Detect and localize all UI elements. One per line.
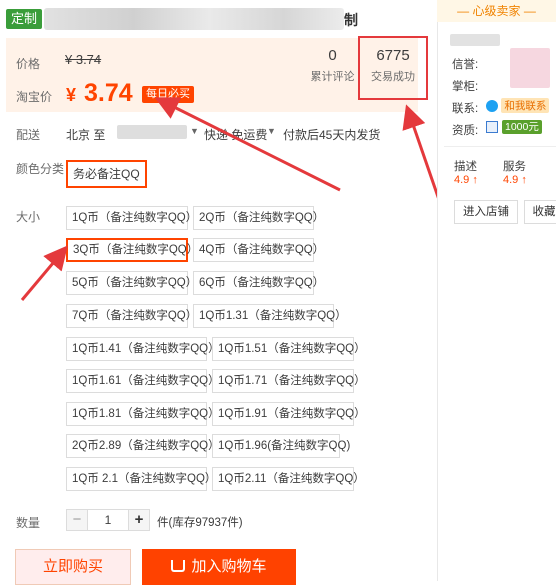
size-option[interactable]: 1Q币1.91（备注纯数字QQ） — [212, 402, 366, 426]
add-to-cart-button[interactable]: 加入购物车 — [142, 549, 296, 585]
size-option[interactable]: 1Q币1.71（备注纯数字QQ） — [212, 369, 366, 393]
quantity-plus-button[interactable]: + — [128, 509, 150, 531]
add-to-cart-label: 加入购物车 — [191, 558, 267, 575]
review-label[interactable]: 累计评论 — [305, 68, 360, 84]
delivery-method[interactable]: 快递 免运费 — [204, 126, 267, 143]
size-label: 大小 — [16, 210, 41, 224]
quantity-label: 数量 — [16, 516, 41, 530]
chevron-down-icon[interactable]: ▼ — [190, 126, 199, 136]
delivery-from: 北京 至 — [66, 128, 106, 142]
size-option[interactable]: 7Q币（备注纯数字QQ） — [66, 304, 197, 328]
delivery-note: 付款后45天内发货 — [283, 128, 381, 142]
buy-now-button[interactable]: 立即购买 — [15, 549, 131, 585]
currency-symbol: ¥ — [66, 85, 77, 105]
rating-score: 4.9 ↑ — [503, 174, 527, 186]
seller-name-redacted — [450, 34, 500, 46]
review-count[interactable]: 0 — [305, 47, 360, 64]
size-option[interactable]: 1Q币1.61（备注纯数字QQ） — [66, 369, 220, 393]
size-option[interactable]: 1Q币（备注纯数字QQ） — [66, 206, 197, 230]
contact-seller-button[interactable]: 和我联系 — [486, 98, 550, 114]
rating-name: 描述 — [454, 161, 477, 173]
chevron-down-icon[interactable]: ▼ — [267, 126, 276, 136]
seller-heading: — 心级卖家 — — [437, 0, 556, 22]
seller-divider — [444, 146, 556, 147]
size-option[interactable]: 4Q币（备注纯数字QQ） — [193, 238, 324, 262]
arrow-to-size — [20, 245, 68, 301]
keeper-label: 掌柜: — [452, 81, 479, 93]
product-title-redacted — [44, 8, 344, 30]
custom-tag: 定制 — [6, 9, 42, 29]
original-price: ¥ 3.74 — [65, 52, 102, 67]
color-option[interactable]: 务必备注QQ — [66, 160, 147, 188]
size-option[interactable]: 2Q币2.89（备注纯数字QQ） — [66, 434, 220, 458]
arrow-up-icon: ↑ — [521, 174, 527, 186]
contact-label: 联系: — [452, 103, 479, 115]
size-option[interactable]: 1Q币1.96(备注纯数字QQ) — [212, 434, 350, 458]
arrow-up-icon: ↑ — [472, 174, 478, 186]
sales-highlight-box — [358, 36, 428, 100]
arrow-to-price — [154, 97, 341, 192]
color-label: 颜色分类 — [16, 162, 65, 176]
deposit-badge: 1000元 — [502, 120, 542, 134]
cart-icon — [171, 560, 186, 572]
size-option[interactable]: 1Q币1.41（备注纯数字QQ） — [66, 337, 220, 361]
rating-score: 4.9 ↑ — [454, 174, 478, 186]
price-label: 价格 — [16, 57, 41, 71]
quantity-minus-button[interactable]: − — [66, 509, 88, 531]
reputation-label: 信誉: — [452, 59, 479, 71]
size-option[interactable]: 1Q币2.11（备注纯数字QQ） — [212, 467, 365, 491]
current-price: 3.74 — [84, 79, 133, 107]
delivery-destination-redacted[interactable] — [117, 125, 187, 139]
size-option[interactable]: 1Q币 2.1（备注纯数字QQ） — [66, 467, 216, 491]
stock-info: 件(库存97937件) — [157, 517, 243, 529]
wangwang-icon — [486, 99, 498, 112]
qualification-label: 资质: — [452, 125, 479, 137]
delivery-label: 配送 — [16, 128, 41, 142]
seller-avatar-redacted — [510, 48, 550, 88]
quantity-input[interactable]: 1 — [88, 509, 128, 531]
contact-seller-label: 和我联系 — [501, 98, 550, 114]
favorite-shop-button[interactable]: 收藏 — [524, 200, 556, 224]
size-option[interactable]: 1Q币1.31（备注纯数字QQ） — [193, 304, 347, 328]
enter-shop-button[interactable]: 进入店铺 — [454, 200, 518, 224]
size-option[interactable]: 2Q币（备注纯数字QQ） — [193, 206, 324, 230]
size-option-selected[interactable]: 3Q币（备注纯数字QQ） — [66, 238, 198, 262]
daily-must-buy-badge: 每日必买 — [142, 86, 194, 103]
taobao-price-label: 淘宝价 — [16, 90, 53, 104]
product-title-tail: 制 — [344, 12, 358, 28]
certificate-icon — [486, 121, 498, 133]
deposit-amount: 1000元 — [505, 121, 539, 133]
size-option[interactable]: 5Q币（备注纯数字QQ） — [66, 271, 197, 295]
size-option[interactable]: 1Q币1.81（备注纯数字QQ） — [66, 402, 220, 426]
size-option[interactable]: 1Q币1.51（备注纯数字QQ） — [212, 337, 366, 361]
size-option[interactable]: 6Q币（备注纯数字QQ） — [193, 271, 324, 295]
rating-name: 服务 — [503, 161, 526, 173]
